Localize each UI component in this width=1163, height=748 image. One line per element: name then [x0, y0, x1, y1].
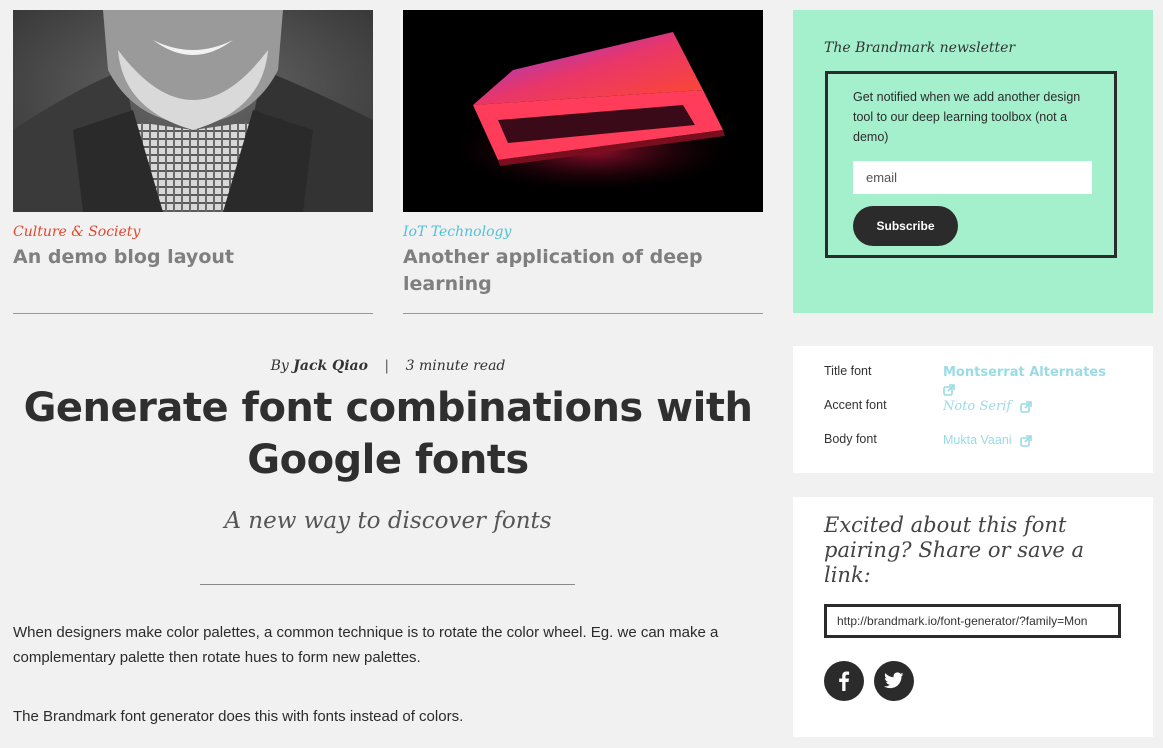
share-panel: Excited about this font pairing? Share o…	[793, 497, 1153, 737]
read-time: 3 minute read	[405, 358, 506, 374]
post-image-portrait[interactable]	[13, 10, 373, 212]
facebook-icon	[839, 671, 850, 691]
twitter-button[interactable]	[874, 661, 914, 701]
accent-font-link[interactable]: Noto Serif	[943, 398, 1123, 415]
post-card-iot[interactable]: IoT Technology Another application of de…	[403, 10, 763, 314]
newsletter-panel: The Brandmark newsletter Get notified wh…	[793, 10, 1153, 313]
external-link-icon[interactable]	[1020, 400, 1033, 413]
share-title: Excited about this font pairing? Share o…	[824, 513, 1085, 587]
twitter-icon	[884, 672, 904, 689]
title-font-name[interactable]: Montserrat Alternates	[943, 365, 1106, 380]
facebook-button[interactable]	[824, 661, 864, 701]
body-font-label: Body font	[824, 432, 877, 446]
external-link-icon[interactable]	[1020, 434, 1032, 447]
post-title[interactable]: Another application of deep learning	[403, 244, 743, 298]
by-prefix: By	[270, 358, 289, 374]
byline: By Jack Qiao | 3 minute read	[0, 358, 776, 374]
newsletter-description: Get notified when we add another design …	[853, 90, 1081, 144]
article-paragraph: The Brandmark font generator does this w…	[13, 708, 464, 725]
accent-font-label: Accent font	[824, 398, 887, 412]
font-info-panel: Title font Montserrat Alternates Accent …	[793, 346, 1153, 473]
newsletter-form: Get notified when we add another design …	[825, 71, 1117, 258]
byline-separator: |	[384, 358, 390, 374]
title-font-link[interactable]: Montserrat Alternates	[943, 364, 1123, 398]
share-url-field[interactable]	[824, 604, 1121, 638]
article-paragraph: When designers make color palettes, a co…	[13, 624, 719, 666]
article-subtitle: A new way to discover fonts	[224, 508, 552, 534]
subscribe-button[interactable]: Subscribe	[853, 206, 958, 246]
post-image-laptop[interactable]	[403, 10, 763, 212]
divider	[13, 313, 373, 314]
post-card-culture[interactable]: Culture & Society An demo blog layout	[13, 10, 373, 314]
title-font-label: Title font	[824, 364, 872, 378]
article-title: Generate font combinations with Google f…	[23, 385, 753, 483]
author-name[interactable]: Jack Qiao	[293, 358, 368, 374]
divider	[200, 584, 575, 585]
email-input[interactable]	[853, 161, 1092, 194]
post-category[interactable]: Culture & Society	[13, 224, 140, 240]
divider	[403, 313, 763, 314]
accent-font-name[interactable]: Noto Serif	[943, 399, 1011, 414]
body-font-name[interactable]: Mukta Vaani	[943, 433, 1012, 447]
body-font-link[interactable]: Mukta Vaani	[943, 432, 1123, 449]
post-title[interactable]: An demo blog layout	[13, 244, 353, 271]
external-link-icon[interactable]	[943, 383, 955, 396]
post-category[interactable]: IoT Technology	[403, 224, 511, 240]
newsletter-title: The Brandmark newsletter	[824, 40, 1016, 56]
